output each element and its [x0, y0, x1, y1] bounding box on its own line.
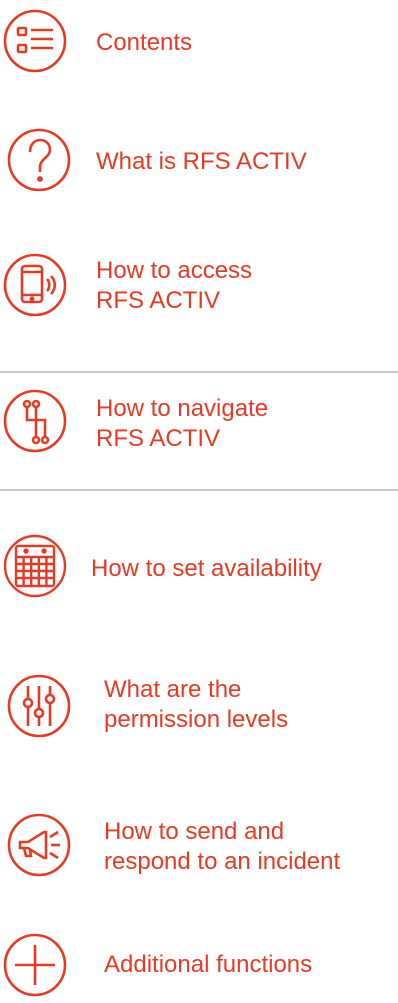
menu-item-additional[interactable]: Additional functions	[0, 932, 398, 998]
menu-item-what-is[interactable]: What is RFS ACTIV	[0, 127, 398, 199]
menu-item-label: respond to an incident	[104, 848, 341, 875]
menu-item-label: Contents	[96, 29, 193, 56]
menu-item-label: How to set availability	[91, 555, 322, 582]
menu-item-contents[interactable]: Contents	[0, 8, 398, 80]
menu-item-access[interactable]: How to access RFS ACTIV	[0, 252, 398, 324]
menu-item-label: permission levels	[104, 706, 289, 733]
menu-item-label: Additional functions	[104, 951, 313, 978]
question-icon	[6, 127, 72, 193]
plus-icon	[2, 932, 68, 998]
menu-item-label: What are the	[104, 676, 242, 703]
menu-item-permissions[interactable]: What are the permission levels	[0, 673, 398, 745]
list-icon	[2, 8, 68, 74]
phone-icon	[2, 252, 68, 318]
menu-item-incident[interactable]: How to send and respond to an incident	[0, 812, 398, 884]
menu-item-label: How to send and	[104, 818, 285, 845]
menu-item-availability[interactable]: How to set availability	[0, 533, 398, 605]
menu-item-label: How to navigate	[96, 395, 269, 422]
sliders-icon	[6, 673, 72, 739]
menu-item-label: What is RFS ACTIV	[96, 148, 307, 175]
divider	[0, 371, 398, 373]
menu-item-navigate[interactable]: How to navigate RFS ACTIV	[0, 388, 398, 460]
menu-item-label: RFS ACTIV	[96, 425, 221, 452]
menu-item-label: RFS ACTIV	[96, 287, 221, 314]
menu-item-label: How to access	[96, 257, 253, 284]
divider	[0, 489, 398, 491]
navigate-icon	[2, 388, 68, 454]
megaphone-icon	[6, 812, 72, 878]
calendar-icon	[2, 533, 68, 599]
